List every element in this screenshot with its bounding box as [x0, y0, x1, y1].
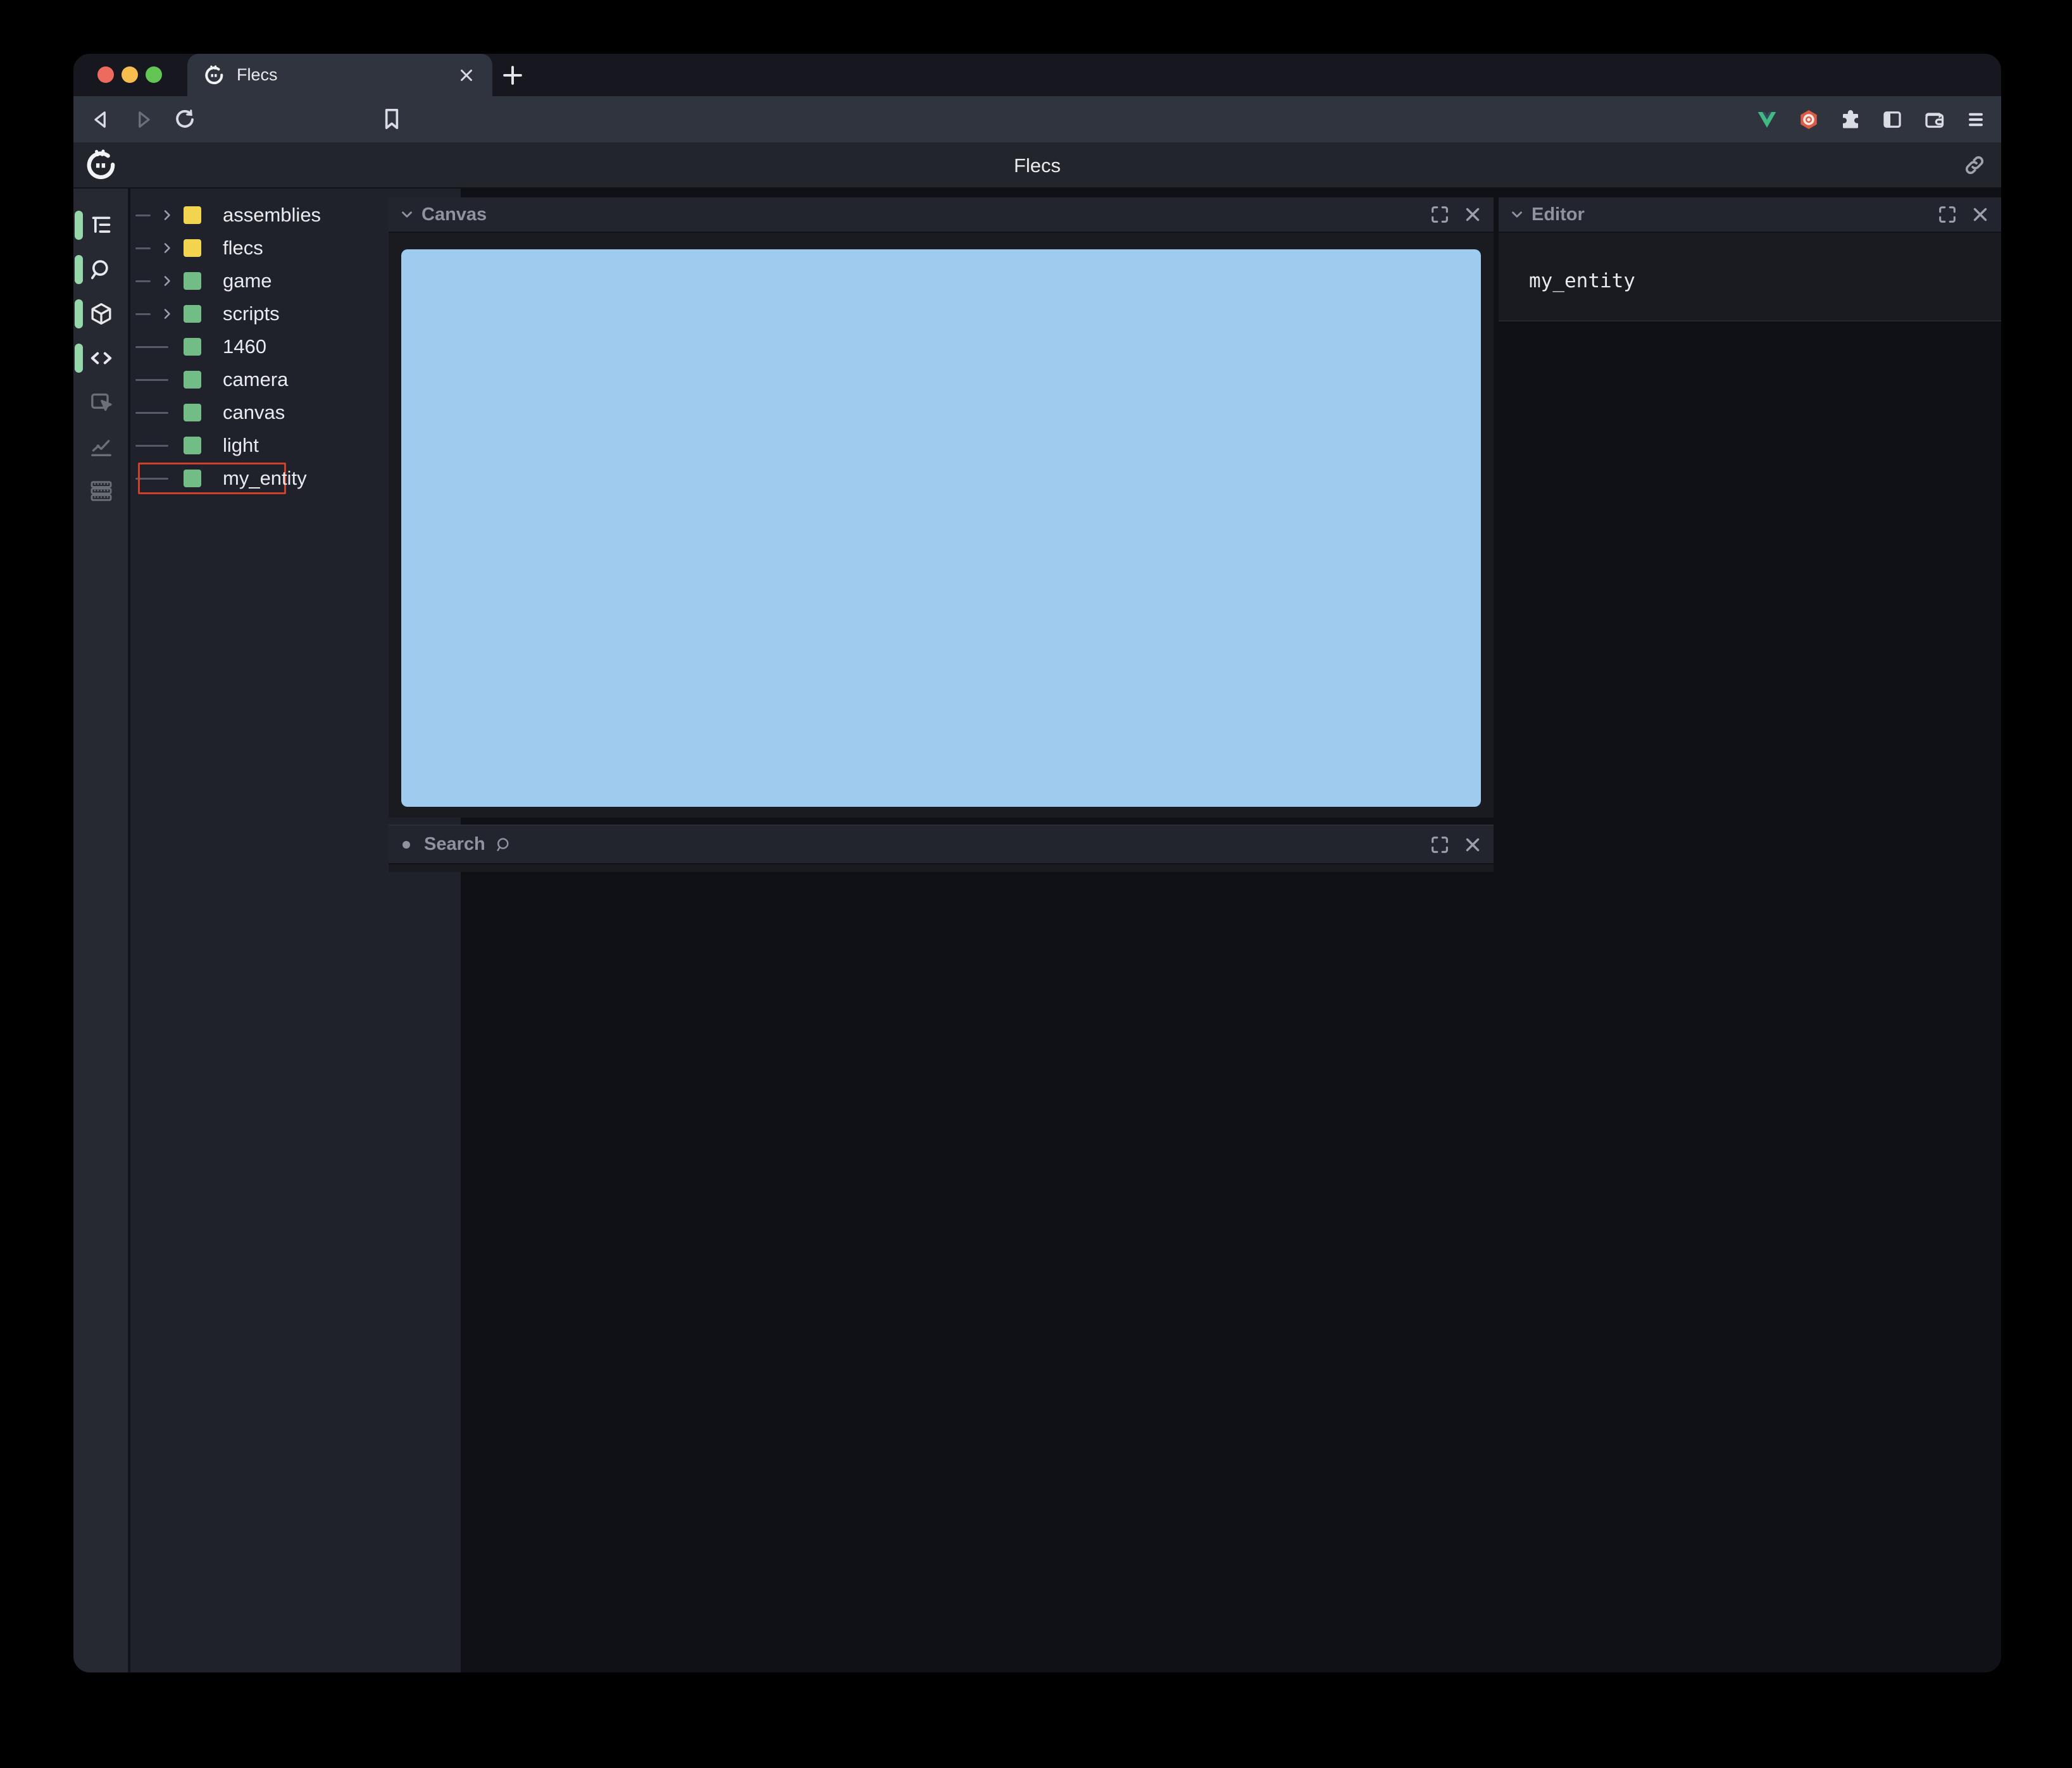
- query-search-icon[interactable]: [89, 257, 114, 282]
- minimize-window-button[interactable]: [122, 66, 138, 83]
- tab-bar: Flecs: [73, 54, 2001, 96]
- zoom-window-button[interactable]: [146, 66, 162, 83]
- entity-swatch: [184, 338, 201, 356]
- tab-title: Flecs: [237, 65, 278, 84]
- statistics-chart-icon[interactable]: [89, 434, 114, 459]
- entity-cube-icon[interactable]: [89, 301, 114, 327]
- bookmark-icon[interactable]: [379, 106, 404, 132]
- panel-title: Editor: [1532, 204, 1585, 225]
- reload-button[interactable]: [172, 107, 197, 132]
- search-panel: Search: [389, 825, 1494, 872]
- entity-swatch: [184, 305, 201, 323]
- menu-icon[interactable]: [1963, 107, 1988, 132]
- entity-swatch: [184, 437, 201, 454]
- search-icon: [497, 837, 509, 851]
- expand-chevron-icon[interactable]: [159, 306, 175, 321]
- close-icon[interactable]: [1462, 834, 1483, 856]
- webgl-canvas[interactable]: [401, 249, 1481, 807]
- explorer-content: assemblies flecs game scripts 1460 camer…: [73, 189, 2001, 1672]
- fullscreen-icon[interactable]: [1429, 204, 1451, 225]
- tree-view-icon[interactable]: [89, 213, 114, 238]
- entity-swatch: [184, 470, 201, 487]
- module-swatch: [184, 239, 201, 257]
- vue-devtools-icon[interactable]: [1754, 107, 1780, 132]
- collapsed-indicator: [403, 840, 410, 849]
- collapse-chevron-icon[interactable]: [399, 206, 415, 223]
- fullscreen-icon[interactable]: [1937, 204, 1958, 225]
- module-swatch: [184, 206, 201, 224]
- collapse-chevron-icon[interactable]: [1509, 206, 1525, 223]
- browser-window: Flecs Flecs assemblies flecs game script…: [73, 54, 2001, 1672]
- flecs-favicon-icon: [205, 65, 223, 84]
- entity-swatch: [184, 404, 201, 421]
- tab-close-icon[interactable]: [457, 66, 476, 85]
- desktop: Flecs Flecs assemblies flecs game script…: [0, 0, 2072, 1768]
- editor-panel: Editor my_entity: [1499, 197, 2001, 321]
- close-icon[interactable]: [1462, 204, 1483, 225]
- forward-button[interactable]: [130, 107, 156, 132]
- browser-toolbar: flecs.dev/explorer/?wasm=https://www.fle…: [73, 96, 2001, 180]
- window-controls: [97, 66, 162, 83]
- browser-tab[interactable]: Flecs: [187, 54, 492, 96]
- close-icon[interactable]: [1969, 204, 1991, 225]
- search-panel-header[interactable]: Search: [389, 826, 1494, 864]
- link-icon[interactable]: [1962, 153, 1987, 178]
- active-indicator: [75, 211, 83, 240]
- entity-swatch: [184, 371, 201, 389]
- panel-title: Search: [424, 834, 485, 854]
- editor-panel-header[interactable]: Editor: [1499, 197, 2001, 233]
- expand-chevron-icon[interactable]: [159, 240, 175, 256]
- panel-title: Canvas: [421, 204, 487, 225]
- entity-swatch: [184, 272, 201, 290]
- new-tab-button[interactable]: [499, 61, 527, 89]
- hex-extension-icon[interactable]: [1796, 107, 1821, 132]
- sidebar-toggle-icon[interactable]: [1880, 107, 1905, 132]
- active-indicator: [75, 299, 83, 328]
- tables-icon[interactable]: [89, 478, 114, 504]
- code-editor-icon[interactable]: [89, 346, 114, 371]
- inspect-icon[interactable]: [89, 390, 114, 415]
- activity-bar: [73, 189, 129, 1672]
- editor-content[interactable]: my_entity: [1499, 233, 2001, 292]
- expand-chevron-icon[interactable]: [159, 273, 175, 289]
- back-button[interactable]: [89, 107, 114, 132]
- extensions-puzzle-icon[interactable]: [1838, 107, 1863, 132]
- close-window-button[interactable]: [97, 66, 114, 83]
- page-title: Flecs: [1013, 154, 1061, 177]
- expand-chevron-icon[interactable]: [159, 208, 175, 223]
- wallet-icon[interactable]: [1921, 107, 1947, 132]
- app-header: Flecs: [73, 142, 2001, 189]
- fullscreen-icon[interactable]: [1429, 834, 1451, 856]
- active-indicator: [75, 344, 83, 373]
- active-indicator: [75, 255, 83, 284]
- canvas-panel: Canvas: [389, 197, 1494, 818]
- canvas-panel-header[interactable]: Canvas: [389, 197, 1494, 233]
